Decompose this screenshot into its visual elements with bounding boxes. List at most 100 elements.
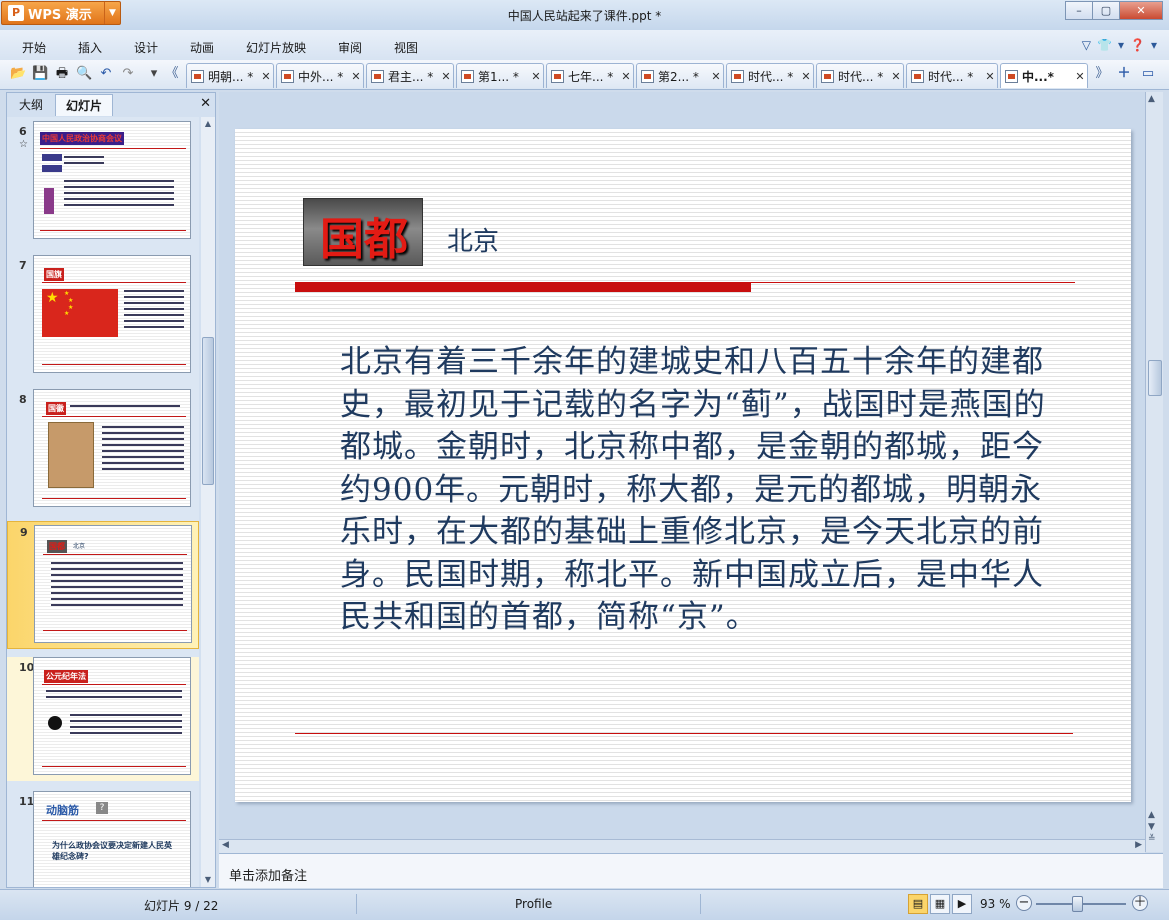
- maximize-button[interactable]: ▢: [1092, 1, 1120, 20]
- undo-icon[interactable]: ↶: [98, 66, 114, 82]
- slide-editor: 国都 北京 北京有着三千余年的建城史和八百五十余年的建都史，最初见于记载的名字为…: [219, 92, 1145, 839]
- zoom-level[interactable]: 93 %: [980, 897, 1011, 911]
- slide-preview: 国徽: [33, 389, 191, 507]
- menu-animation[interactable]: 动画: [190, 39, 214, 56]
- slide-thumbnail-7[interactable]: 7 国旗 ★ ★ ★ ★ ★: [7, 255, 199, 379]
- close-tab-icon[interactable]: ✕: [1073, 70, 1087, 83]
- print-icon[interactable]: 🖶: [54, 66, 70, 82]
- close-panel-icon[interactable]: ✕: [200, 96, 211, 111]
- collapse-ribbon-icon[interactable]: ▽: [1082, 38, 1091, 52]
- menu-home[interactable]: 开始: [22, 39, 46, 56]
- ppt-file-icon: [641, 69, 654, 83]
- close-tab-icon[interactable]: ✕: [619, 70, 633, 83]
- editor-vertical-scrollbar[interactable]: ▲ ▲ ▼ ≚: [1145, 92, 1163, 852]
- doc-tab[interactable]: 第2... * ✕: [636, 63, 724, 88]
- close-tab-icon[interactable]: ✕: [799, 70, 813, 83]
- zoom-in-icon[interactable]: ＋: [1132, 895, 1148, 911]
- slide-thumbnail-11[interactable]: 11 动脑筋 ? 为什么政协会议要决定新建人民英雄纪念碑?: [7, 791, 199, 887]
- notes-pane[interactable]: 单击添加备注: [219, 853, 1163, 888]
- open-folder-icon[interactable]: 📂: [10, 66, 26, 82]
- tab-slides[interactable]: 幻灯片: [55, 94, 113, 116]
- slide-title-box[interactable]: 国都: [303, 198, 423, 266]
- close-tab-icon[interactable]: ✕: [529, 70, 543, 83]
- doc-tab[interactable]: 明朝... * ✕: [186, 63, 274, 88]
- menu-right-tools: ▽ 👕 ▾ ❓ ▾: [1082, 38, 1157, 52]
- doc-tab-label: 中外... *: [298, 69, 344, 84]
- tab-outline[interactable]: 大纲: [9, 94, 53, 116]
- scroll-thumb[interactable]: [202, 337, 214, 485]
- zoom-out-icon[interactable]: −: [1016, 895, 1032, 911]
- animation-star-icon: ☆: [19, 139, 28, 150]
- slide-canvas[interactable]: 国都 北京 北京有着三千余年的建城史和八百五十余年的建都史，最初见于记载的名字为…: [235, 129, 1131, 802]
- close-tab-icon[interactable]: ✕: [709, 70, 723, 83]
- slide-thumbnail-10[interactable]: 10 公元纪年法: [7, 657, 199, 781]
- ppt-file-icon: [1005, 69, 1018, 83]
- help-icon[interactable]: ❓: [1130, 38, 1145, 52]
- ppt-file-icon: [191, 69, 204, 83]
- slide-subtitle[interactable]: 北京: [447, 221, 499, 258]
- thumbnail-scrollbar[interactable]: ▲ ▼: [201, 117, 215, 887]
- print-preview-icon[interactable]: 🔍: [76, 66, 92, 82]
- menu-slideshow[interactable]: 幻灯片放映: [246, 39, 306, 56]
- doc-tab[interactable]: 时代... * ✕: [816, 63, 904, 88]
- close-tab-icon[interactable]: ✕: [889, 70, 903, 83]
- menu-bar: 开始 插入 设计 动画 幻灯片放映 审阅 视图 ▽ 👕 ▾ ❓ ▾: [0, 30, 1169, 60]
- doc-tab[interactable]: 君主... * ✕: [366, 63, 454, 88]
- doc-tab[interactable]: 七年... * ✕: [546, 63, 634, 88]
- scroll-down-icon[interactable]: ▼: [201, 873, 215, 887]
- slide-thumbnail-6[interactable]: 6 ☆ 中国人民政治协商会议: [7, 121, 199, 245]
- normal-view-button[interactable]: ▤: [908, 894, 928, 914]
- skin-chevron-icon[interactable]: ▾: [1118, 38, 1124, 52]
- doc-tab-label: 时代... *: [928, 69, 974, 84]
- tabs-scroll-left-icon[interactable]: 《: [164, 66, 180, 82]
- scroll-thumb[interactable]: [1148, 360, 1162, 396]
- redo-icon[interactable]: ↷: [120, 66, 136, 82]
- slide-sorter-view-button[interactable]: ▦: [930, 894, 950, 914]
- close-tab-icon[interactable]: ✕: [259, 70, 273, 83]
- menu-view[interactable]: 视图: [394, 39, 418, 56]
- customize-toolbar-icon[interactable]: ▾: [146, 66, 162, 82]
- ppt-file-icon: [371, 69, 384, 83]
- scroll-up-icon[interactable]: ▲: [201, 117, 215, 131]
- slide-title: 国都: [320, 214, 408, 265]
- tabs-scroll-right-icon[interactable]: 》: [1094, 66, 1110, 82]
- close-tab-icon[interactable]: ✕: [983, 70, 997, 83]
- menu-design[interactable]: 设计: [134, 39, 158, 56]
- save-icon[interactable]: 💾: [32, 66, 48, 82]
- slideshow-view-button[interactable]: ▶: [952, 894, 972, 914]
- new-tab-icon[interactable]: ＋: [1116, 66, 1132, 82]
- slide-thumbnail-9-selected[interactable]: 9 国都 北京: [7, 521, 199, 649]
- slide-thumbnail-8[interactable]: 8 国徽: [7, 389, 199, 513]
- thumb-subtitle: 北京: [73, 543, 86, 550]
- scroll-right-icon[interactable]: ▶: [1135, 840, 1142, 850]
- close-tab-icon[interactable]: ✕: [439, 70, 453, 83]
- skin-icon[interactable]: 👕: [1097, 38, 1112, 52]
- ppt-file-icon: [281, 69, 294, 83]
- zoom-slider-handle[interactable]: [1072, 896, 1083, 912]
- doc-tab-label: 第2... *: [658, 69, 699, 84]
- scroll-up-icon[interactable]: ▲: [1148, 94, 1155, 104]
- close-window-button[interactable]: ✕: [1119, 1, 1163, 20]
- doc-tab-label: 中...*: [1022, 69, 1054, 84]
- help-chevron-icon[interactable]: ▾: [1151, 38, 1157, 52]
- tab-list-icon[interactable]: ▭: [1140, 66, 1156, 82]
- doc-tab[interactable]: 时代... * ✕: [726, 63, 814, 88]
- doc-tab-active[interactable]: 中...* ✕: [1000, 63, 1088, 88]
- minimize-button[interactable]: –: [1065, 1, 1093, 20]
- scroll-left-icon[interactable]: ◀: [222, 840, 229, 850]
- scroll-down-icon[interactable]: ▼: [1148, 822, 1155, 832]
- menu-review[interactable]: 审阅: [338, 39, 362, 56]
- doc-tab[interactable]: 中外... * ✕: [276, 63, 364, 88]
- title-divider-bar: [295, 282, 751, 292]
- doc-tab[interactable]: 时代... * ✕: [906, 63, 998, 88]
- doc-tab[interactable]: 第1... * ✕: [456, 63, 544, 88]
- slide-number: 7: [19, 259, 27, 272]
- editor-horizontal-scrollbar[interactable]: ◀ ▶: [219, 839, 1145, 853]
- scroll-down-icon[interactable]: ▲: [1148, 810, 1155, 820]
- close-tab-icon[interactable]: ✕: [349, 70, 363, 83]
- doc-tab-label: 明朝... *: [208, 69, 254, 84]
- slide-body-text[interactable]: 北京有着三千余年的建城史和八百五十余年的建都史，最初见于记载的名字为“蓟”，战国…: [340, 341, 1060, 639]
- next-slide-icon[interactable]: ≚: [1148, 834, 1156, 844]
- menu-insert[interactable]: 插入: [78, 39, 102, 56]
- thumb-title: 中国人民政治协商会议: [40, 132, 124, 145]
